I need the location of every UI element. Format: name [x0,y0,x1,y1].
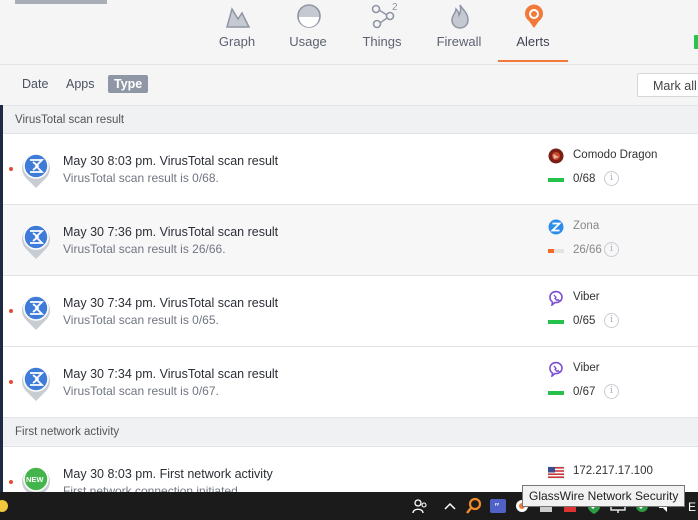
alert-row[interactable]: May 30 8:03 pm. VirusTotal scan result V… [3,133,698,204]
comodo-dragon-icon [548,148,564,164]
app-name: Zona [573,220,600,232]
tab-graph[interactable]: Graph [202,0,272,62]
unread-dot [9,380,13,384]
scan-level-bar [548,249,564,253]
alert-subtitle: VirusTotal scan result is 0/67. [63,384,219,398]
viber-icon [549,361,563,377]
scan-level-fill [548,391,564,395]
glasswire-tooltip: GlassWire Network Security [522,485,686,507]
mark-all-button[interactable]: Mark all [637,73,698,97]
info-icon[interactable]: i [604,313,619,328]
virustotal-pin-icon [22,295,50,330]
chevron-up-icon[interactable] [440,496,460,516]
scan-level-bar [548,178,564,182]
unread-dot [9,309,13,313]
people-icon[interactable] [410,496,430,516]
filter-type[interactable]: Type [108,75,149,93]
scan-level-fill [548,320,564,324]
scan-ratio: 0/65 [573,315,596,327]
host-address: 172.217.17.100 [573,465,653,477]
tab-alerts[interactable]: Alerts [498,0,568,62]
app-name: Comodo Dragon [573,149,658,161]
app-info: Comodo Dragon [548,148,698,168]
info-icon[interactable]: i [604,242,619,257]
graph-icon [226,7,251,28]
tab-graph-label: Graph [218,34,256,49]
zona-icon [548,219,564,235]
tab-firewall[interactable]: Firewall [424,0,494,62]
info-icon[interactable]: i [604,171,619,186]
viber-icon [549,290,563,306]
us-flag-icon [548,466,564,479]
alert-row[interactable]: May 30 7:36 pm. VirusTotal scan result V… [3,204,698,275]
tab-firewall-label: Firewall [436,34,482,49]
usage-icon [297,4,321,28]
alert-row[interactable]: May 30 7:34 pm. VirusTotal scan result V… [3,346,698,417]
unread-dot [9,167,13,171]
app-name: Viber [573,362,600,374]
virustotal-pin-icon [22,224,50,259]
alert-subtitle: VirusTotal scan result is 26/66. [63,242,226,256]
virustotal-pin-icon [22,366,50,401]
app-info: Viber [548,361,698,381]
top-navigation: Graph Usage 2 Things Firewall Alerts [0,0,698,65]
scan-ratio: 26/66 [573,244,602,256]
section-header: VirusTotal scan result [3,105,698,133]
scan-level-bar [548,391,564,395]
alerts-icon [525,4,543,28]
status-indicator [694,35,698,49]
scan-level-fill [548,249,555,253]
scan-level-fill [548,178,564,182]
search-tray-icon[interactable] [464,496,484,516]
section-header: First network activity [3,417,698,445]
alert-title: May 30 7:34 pm. VirusTotal scan result [63,296,279,310]
svg-text:”: ” [494,501,500,514]
scan-ratio: 0/68 [573,173,596,185]
tab-alerts-label: Alerts [516,34,550,49]
virustotal-pin-icon [22,153,50,188]
alert-title: May 30 8:03 pm. VirusTotal scan result [63,154,279,168]
app-name: Viber [573,291,600,303]
tab-usage-label: Usage [289,34,327,49]
host-info: 172.217.17.100 [548,464,698,484]
alert-title: May 30 7:36 pm. VirusTotal scan result [63,225,279,239]
app-info: Viber [548,290,698,310]
filter-bar: Date Apps Type Mark all [0,65,698,105]
alert-subtitle: VirusTotal scan result is 0/68. [63,171,219,185]
tab-things-label: Things [362,34,402,49]
app-info: Zona [548,219,698,239]
alert-subtitle: VirusTotal scan result is 0/65. [63,313,219,327]
alert-row[interactable]: May 30 7:34 pm. VirusTotal scan result V… [3,275,698,346]
scan-ratio: 0/67 [573,386,596,398]
tab-usage[interactable]: Usage [273,0,343,62]
scan-level-bar [548,320,564,324]
alert-title: May 30 8:03 pm. First network activity [63,467,273,481]
firewall-icon [451,4,469,29]
info-icon[interactable]: i [604,384,619,399]
edge-app-icon[interactable] [0,496,20,516]
alert-title: May 30 7:34 pm. VirusTotal scan result [63,367,279,381]
filter-date[interactable]: Date [16,75,54,93]
quote-app-icon[interactable]: ” [488,496,508,516]
filter-apps[interactable]: Apps [60,75,101,93]
new-badge: NEW [26,475,44,484]
tab-things[interactable]: 2 Things [347,0,417,62]
unread-dot [9,480,13,484]
taskbar-edge-text: E [688,500,697,514]
things-badge: 2 [392,2,398,13]
top-strip [15,0,107,4]
